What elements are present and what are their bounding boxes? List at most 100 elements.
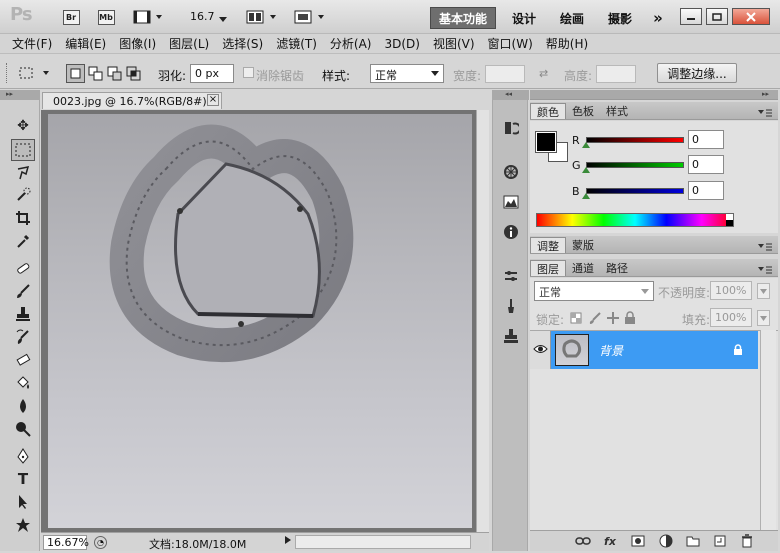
brush-presets-panel-icon[interactable] bbox=[499, 265, 523, 287]
layers-panel-menu-icon[interactable] bbox=[758, 263, 772, 277]
zoom-level-field[interactable]: 16.7 bbox=[190, 10, 215, 23]
layers-scrollbar[interactable] bbox=[760, 330, 776, 530]
workspace-photography[interactable]: 摄影 bbox=[601, 7, 639, 29]
lock-position-icon[interactable] bbox=[606, 311, 620, 328]
menu-image[interactable]: 图像(I) bbox=[119, 35, 156, 52]
tab-styles[interactable]: 样式 bbox=[600, 103, 634, 119]
green-slider[interactable] bbox=[586, 162, 684, 168]
menu-edit[interactable]: 编辑(E) bbox=[65, 35, 106, 52]
history-brush-tool-icon[interactable] bbox=[11, 326, 35, 348]
height-input[interactable] bbox=[596, 65, 636, 83]
new-selection-button[interactable] bbox=[66, 64, 85, 83]
status-info-icon[interactable]: ◔ bbox=[94, 536, 107, 549]
brushes-panel-icon[interactable] bbox=[499, 295, 523, 317]
swap-dimensions-icon[interactable]: ⇄ bbox=[539, 67, 548, 80]
eyedropper-tool-icon[interactable] bbox=[11, 230, 35, 252]
dock-header[interactable]: ◂◂ bbox=[493, 90, 529, 100]
style-select[interactable]: 正常 bbox=[370, 64, 444, 83]
screen-mode-button[interactable] bbox=[293, 8, 327, 26]
blue-value-input[interactable]: 0 bbox=[688, 181, 724, 200]
bridge-button[interactable]: Br bbox=[62, 8, 80, 26]
menu-analysis[interactable]: 分析(A) bbox=[330, 35, 372, 52]
document-image[interactable] bbox=[48, 114, 472, 528]
document-tab[interactable]: 0023.jpg @ 16.7%(RGB/8#) × bbox=[42, 92, 222, 109]
opacity-input[interactable]: 100% bbox=[710, 281, 752, 300]
add-layer-style-icon[interactable]: fx bbox=[602, 533, 618, 549]
new-adjustment-layer-icon[interactable] bbox=[658, 533, 674, 549]
right-panels-header[interactable]: ▸▸ bbox=[530, 90, 778, 100]
view-extras-button[interactable] bbox=[132, 8, 164, 26]
opacity-slider-toggle[interactable] bbox=[757, 283, 770, 299]
workspace-painting[interactable]: 绘画 bbox=[553, 7, 591, 29]
adjustments-panel-menu-icon[interactable] bbox=[758, 240, 772, 254]
eraser-tool-icon[interactable] bbox=[11, 349, 35, 371]
tab-swatches[interactable]: 色板 bbox=[566, 103, 600, 119]
layer-thumbnail[interactable] bbox=[555, 334, 589, 366]
blend-mode-select[interactable]: 正常 bbox=[534, 281, 654, 301]
menu-3d[interactable]: 3D(D) bbox=[384, 37, 419, 51]
blue-slider[interactable] bbox=[586, 188, 684, 194]
green-slider-thumb[interactable] bbox=[582, 167, 590, 173]
options-grip[interactable] bbox=[6, 63, 9, 83]
history-panel-icon[interactable] bbox=[499, 117, 523, 139]
brush-tool-icon[interactable] bbox=[11, 280, 35, 302]
lock-transparent-icon[interactable] bbox=[570, 312, 582, 327]
dodge-tool-icon[interactable] bbox=[11, 418, 35, 440]
more-workspaces-icon[interactable]: » bbox=[648, 7, 668, 29]
layer-row-background[interactable]: 背景 bbox=[530, 331, 758, 369]
close-document-icon[interactable]: × bbox=[207, 94, 219, 106]
spot-healing-tool-icon[interactable] bbox=[11, 257, 35, 279]
arrange-documents-button[interactable] bbox=[245, 8, 279, 26]
width-input[interactable] bbox=[485, 65, 525, 83]
lasso-tool-icon[interactable] bbox=[11, 162, 35, 184]
horizontal-scrollbar[interactable] bbox=[295, 535, 471, 549]
intersect-selection-button[interactable] bbox=[125, 65, 142, 85]
layer-name[interactable]: 背景 bbox=[599, 342, 623, 359]
red-slider-thumb[interactable] bbox=[582, 142, 590, 148]
minimize-button[interactable] bbox=[680, 8, 702, 25]
tab-adjustments[interactable]: 调整 bbox=[530, 237, 566, 253]
lock-all-icon[interactable] bbox=[624, 311, 636, 328]
color-ramp[interactable] bbox=[536, 213, 734, 227]
tab-layers[interactable]: 图层 bbox=[530, 260, 566, 276]
mini-bridge-button[interactable]: Mb bbox=[97, 8, 115, 26]
collapse-panels-icon[interactable]: ▸▸ bbox=[762, 90, 769, 98]
zoom-dropdown-icon[interactable] bbox=[219, 12, 227, 26]
tab-channels[interactable]: 通道 bbox=[566, 260, 600, 276]
add-to-selection-button[interactable] bbox=[87, 65, 104, 85]
path-selection-tool-icon[interactable] bbox=[11, 491, 35, 513]
blur-tool-icon[interactable] bbox=[11, 395, 35, 417]
add-layer-mask-icon[interactable] bbox=[630, 533, 646, 549]
clone-source-panel-icon[interactable] bbox=[499, 325, 523, 347]
collapse-icon[interactable]: ▸▸ bbox=[6, 90, 13, 98]
rectangular-marquee-tool-icon[interactable] bbox=[11, 139, 35, 161]
expand-dock-icon[interactable]: ◂◂ bbox=[505, 90, 512, 98]
histogram-panel-icon[interactable] bbox=[499, 191, 523, 213]
menu-select[interactable]: 选择(S) bbox=[222, 35, 263, 52]
red-value-input[interactable]: 0 bbox=[688, 130, 724, 149]
ramp-black-chip[interactable] bbox=[726, 220, 733, 226]
new-group-icon[interactable] bbox=[685, 533, 701, 549]
pen-tool-icon[interactable] bbox=[11, 445, 35, 467]
link-layers-icon[interactable] bbox=[575, 533, 591, 549]
delete-layer-icon[interactable] bbox=[739, 533, 755, 549]
quick-selection-tool-icon[interactable] bbox=[11, 184, 35, 206]
menu-help[interactable]: 帮助(H) bbox=[546, 35, 588, 52]
feather-input[interactable]: 0 px bbox=[190, 64, 234, 83]
blue-slider-thumb[interactable] bbox=[582, 193, 590, 199]
zoom-status-field[interactable]: 16.67% bbox=[43, 535, 89, 550]
tab-masks[interactable]: 蒙版 bbox=[566, 237, 600, 253]
layer-visibility-toggle[interactable] bbox=[530, 331, 551, 369]
antialias-checkbox[interactable] bbox=[243, 67, 254, 78]
paint-bucket-tool-icon[interactable] bbox=[11, 372, 35, 394]
tab-color[interactable]: 颜色 bbox=[530, 103, 566, 119]
custom-shape-tool-icon[interactable] bbox=[11, 514, 35, 536]
menu-window[interactable]: 窗口(W) bbox=[488, 35, 533, 52]
menu-file[interactable]: 文件(F) bbox=[12, 35, 52, 52]
type-tool-icon[interactable]: T bbox=[11, 468, 35, 490]
fill-input[interactable]: 100% bbox=[710, 308, 752, 327]
subtract-selection-button[interactable] bbox=[106, 65, 123, 85]
tab-paths[interactable]: 路径 bbox=[600, 260, 634, 276]
menu-layer[interactable]: 图层(L) bbox=[169, 35, 209, 52]
menu-view[interactable]: 视图(V) bbox=[433, 35, 475, 52]
